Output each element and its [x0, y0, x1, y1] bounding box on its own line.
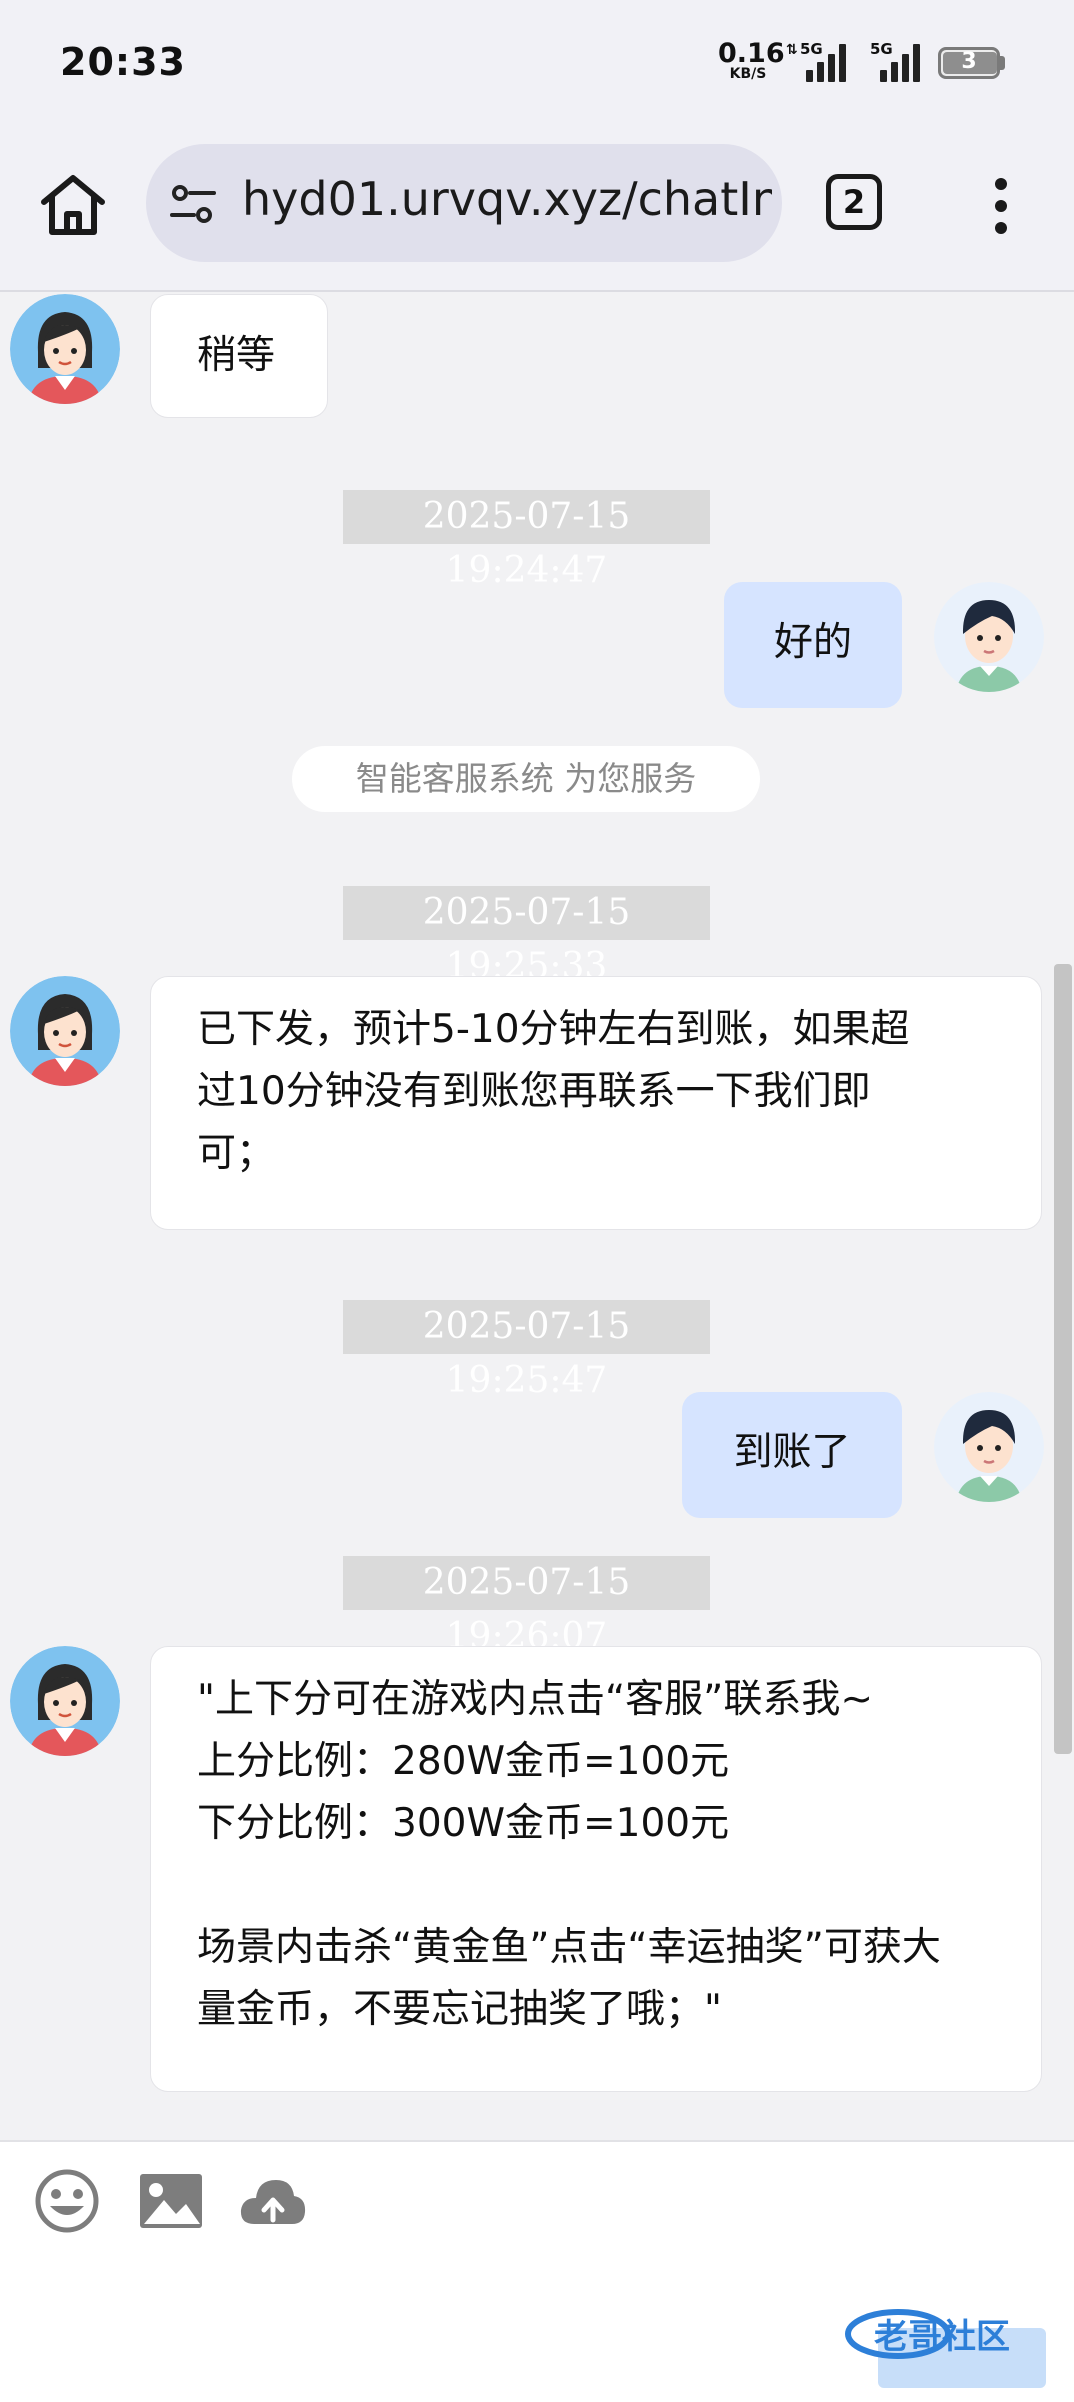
message-timestamp: 2025-07-15 19:24:47: [343, 490, 710, 591]
url-text[interactable]: hyd01.urvqv.xyz/chatIndex: [242, 172, 772, 226]
message-timestamp: 2025-07-15 19:25:47: [343, 1300, 710, 1401]
signal-icon: 5G: [870, 40, 930, 82]
home-icon[interactable]: [38, 170, 108, 240]
network-speed: 0.16 KB/S: [718, 38, 785, 82]
agent-avatar: [10, 1646, 120, 1756]
battery-level: 3: [961, 49, 977, 74]
more-vert-icon[interactable]: [980, 178, 1024, 234]
user-avatar: [934, 1392, 1044, 1502]
address-bar[interactable]: hyd01.urvqv.xyz/chatIndex: [146, 144, 782, 262]
browser-toolbar: hyd01.urvqv.xyz/chatIndex 2: [0, 130, 1074, 292]
system-notice: 智能客服系统 为您服务: [292, 746, 760, 812]
battery-icon: 3: [938, 47, 1000, 79]
chat-area[interactable]: 稍等 2025-07-15 19:24:47 好的 智能客服系统 为您服务 20…: [0, 292, 1074, 2140]
svg-text:老哥社区: 老哥社区: [874, 2317, 1010, 2357]
signal-icon: 5G ⇅: [786, 40, 856, 82]
image-icon[interactable]: [136, 2168, 206, 2234]
network-speed-unit: KB/S: [729, 66, 767, 82]
agent-avatar: [10, 294, 120, 404]
status-bar: 20:33 0.16 KB/S 5G ⇅ 5G 3: [0, 0, 1074, 130]
tune-icon[interactable]: [170, 182, 216, 226]
tab-switcher-button[interactable]: 2: [826, 174, 882, 230]
agent-message-bubble: 稍等: [150, 294, 328, 418]
signal-label: 5G: [870, 40, 893, 58]
chat-input-toolbar: 老哥社区: [0, 2140, 1074, 2402]
user-avatar: [934, 582, 1044, 692]
chat-scrollbar[interactable]: [1054, 964, 1072, 1754]
user-message-bubble: 好的: [724, 582, 902, 708]
message-timestamp: 2025-07-15 19:25:33: [343, 886, 710, 987]
watermark-logo: 老哥社区: [845, 2309, 1046, 2388]
status-time: 20:33: [60, 40, 186, 84]
signal-label: 5G: [800, 40, 823, 58]
message-timestamp: 2025-07-15 19:26:07: [343, 1556, 710, 1657]
cloud-upload-icon[interactable]: [238, 2168, 308, 2234]
network-speed-value: 0.16: [718, 38, 785, 69]
user-message-bubble: 到账了: [682, 1392, 902, 1518]
agent-message-bubble: 已下发，预计5-10分钟左右到账，如果超 过10分钟没有到账您再联系一下我们即 …: [150, 976, 1042, 1230]
agent-avatar: [10, 976, 120, 1086]
agent-message-bubble: "上下分可在游戏内点击“客服”联系我~ 上分比例：280W金币=100元 下分比…: [150, 1646, 1042, 2092]
emoji-icon[interactable]: [32, 2168, 102, 2234]
